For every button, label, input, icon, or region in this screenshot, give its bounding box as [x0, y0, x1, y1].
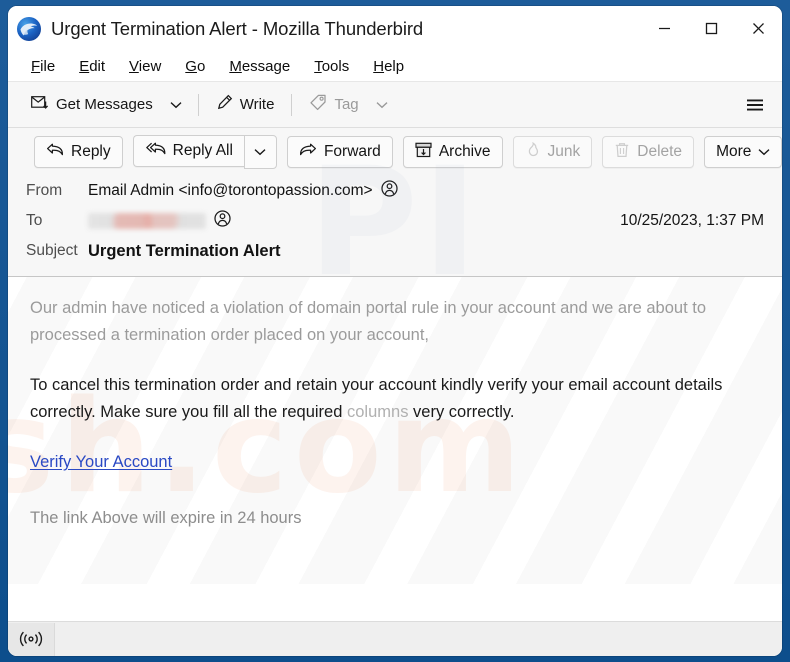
body-paragraph-2-part-b: very correctly. — [408, 403, 515, 421]
menu-go-accesskey: G — [185, 57, 197, 75]
more-label: More — [716, 143, 752, 160]
body-paragraph-1: Our admin have noticed a violation of do… — [30, 299, 706, 344]
menu-tools-accesskey: T — [314, 57, 322, 75]
subject-value: Urgent Termination Alert — [88, 241, 281, 260]
chevron-down-icon — [758, 143, 770, 161]
close-button[interactable] — [735, 6, 782, 51]
thunderbird-logo-icon — [16, 16, 42, 42]
header-row-from: From Email Admin <info@torontopassion.co… — [8, 176, 782, 206]
delete-label: Delete — [637, 143, 683, 160]
verify-your-account-link[interactable]: Verify Your Account — [30, 453, 172, 471]
header-row-subject: Subject Urgent Termination Alert — [8, 236, 782, 266]
archive-button[interactable]: Archive — [402, 136, 503, 168]
status-bar — [8, 621, 782, 656]
screenshot-root: Urgent Termination Alert - Mozilla Thund… — [0, 0, 790, 662]
body-paragraph-2: To cancel this termination order and ret… — [30, 372, 760, 426]
junk-button[interactable]: Junk — [512, 136, 593, 168]
to-label: To — [26, 212, 43, 229]
write-label: Write — [239, 96, 275, 113]
menu-help[interactable]: Help — [362, 55, 415, 78]
message-headers: PI From Email Admin <info@torontopassion… — [8, 136, 782, 310]
message-body: sh.com Our admin have noticed a violatio… — [8, 277, 782, 584]
menu-message[interactable]: Message — [218, 55, 301, 78]
menu-edit[interactable]: Edit — [68, 55, 116, 78]
junk-label: Junk — [547, 143, 581, 160]
forward-icon — [299, 142, 317, 162]
reply-all-dropdown[interactable] — [243, 135, 277, 169]
body-spacer-2 — [30, 430, 760, 453]
menu-go-label: o — [196, 57, 206, 75]
tag-icon — [309, 94, 327, 115]
main-toolbar: Get Messages Write Tag — [8, 81, 782, 128]
subject-label: Subject — [26, 242, 78, 259]
window-controls — [641, 6, 782, 51]
app-menu-icon[interactable] — [740, 90, 770, 120]
reply-label: Reply — [71, 143, 111, 160]
body-paragraph-2-faded-word: columns — [347, 403, 409, 421]
archive-label: Archive — [438, 143, 491, 160]
reply-all-label: Reply All — [172, 142, 233, 159]
menu-view[interactable]: View — [118, 55, 172, 78]
menu-help-label: elp — [384, 57, 405, 75]
menu-edit-label: dit — [89, 57, 106, 75]
tag-label: Tag — [334, 96, 359, 113]
menu-tools[interactable]: Tools — [303, 55, 360, 78]
menu-message-label: essage — [241, 57, 291, 75]
menu-edit-accesskey: E — [79, 57, 90, 75]
menu-go[interactable]: Go — [174, 55, 216, 78]
window-title: Urgent Termination Alert - Mozilla Thund… — [51, 17, 424, 39]
from-value[interactable]: Email Admin <info@torontopassion.com> — [88, 182, 373, 200]
get-messages-icon — [31, 95, 49, 115]
broadcast-icon[interactable] — [8, 622, 55, 656]
menu-file-accesskey: F — [31, 57, 41, 75]
toolbar-separator-1 — [197, 93, 199, 116]
tag-button[interactable]: Tag — [300, 89, 367, 120]
menu-bar: File Edit View Go Message Tools Help — [8, 51, 782, 81]
toolbar-separator-2 — [291, 93, 293, 116]
tag-dropdown[interactable] — [368, 91, 396, 119]
to-value-wrap — [88, 210, 231, 232]
from-label: From — [26, 182, 63, 199]
body-spacer-1 — [30, 353, 760, 372]
contact-card-icon-to[interactable] — [214, 210, 231, 232]
forward-label: Forward — [323, 143, 381, 160]
menu-file[interactable]: File — [20, 55, 66, 78]
thunderbird-window: Urgent Termination Alert - Mozilla Thund… — [8, 6, 782, 656]
pencil-icon — [216, 94, 233, 115]
reply-all-button[interactable]: Reply All — [132, 135, 244, 167]
archive-icon — [415, 142, 432, 163]
reply-all-split-button: Reply All — [132, 135, 277, 169]
minimize-button[interactable] — [641, 6, 688, 51]
menu-file-label: ile — [40, 57, 56, 75]
trash-icon — [614, 142, 630, 163]
body-paragraph-3: The link Above will expire in 24 hours — [30, 509, 302, 527]
reply-all-icon — [145, 141, 166, 161]
menu-help-accesskey: H — [373, 57, 385, 75]
reply-icon — [46, 142, 64, 162]
body-spacer-3 — [30, 472, 760, 495]
get-messages-label: Get Messages — [56, 96, 153, 113]
menu-view-label: iew — [138, 57, 162, 75]
get-messages-dropdown[interactable] — [162, 91, 190, 119]
to-value-redacted — [88, 213, 206, 229]
contact-card-icon[interactable] — [380, 180, 398, 202]
delete-button[interactable]: Delete — [602, 136, 695, 168]
title-bar: Urgent Termination Alert - Mozilla Thund… — [8, 6, 782, 51]
from-value-wrap: Email Admin <info@torontopassion.com> — [88, 180, 398, 202]
message-action-toolbar: Reply Reply All Forward Archive Junk Del… — [8, 128, 782, 176]
menu-tools-label: ools — [321, 57, 350, 75]
maximize-button[interactable] — [688, 6, 735, 51]
junk-flame-icon — [525, 141, 541, 163]
forward-button[interactable]: Forward — [286, 136, 393, 168]
header-row-to: To 10/25/2023, 1:37 PM — [8, 206, 782, 236]
write-button[interactable]: Write — [207, 89, 284, 120]
get-messages-button[interactable]: Get Messages — [22, 90, 162, 120]
menu-message-accesskey: M — [229, 57, 242, 75]
more-button[interactable]: More — [704, 136, 782, 168]
menu-view-accesskey: V — [129, 57, 139, 75]
message-date: 10/25/2023, 1:37 PM — [620, 212, 764, 229]
reply-button[interactable]: Reply — [34, 136, 123, 168]
